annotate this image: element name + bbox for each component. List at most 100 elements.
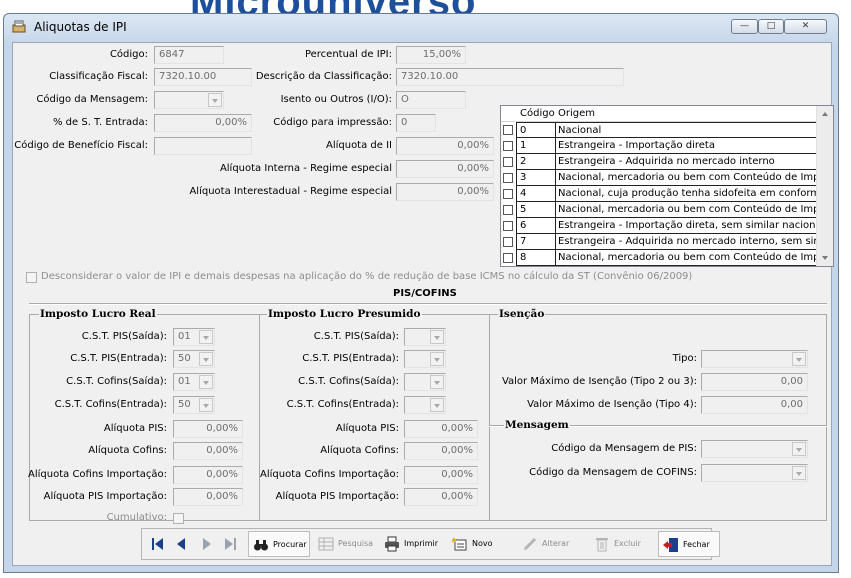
lr-aliq-pis-label: Alíquota PIS: [103, 423, 167, 434]
aliquota-interna-field[interactable]: 0,00% [396, 160, 494, 178]
origem-row[interactable]: 8 Nacional, mercadoria ou bem com Conteúd… [501, 250, 817, 266]
minimize-button[interactable]: — [731, 19, 758, 34]
st-entrada-field[interactable]: 0,00% [154, 114, 252, 132]
excluir-label: Excluir [614, 539, 641, 548]
novo-button[interactable]: Novo [448, 531, 504, 557]
classificacao-field[interactable]: 7320.10.00 [154, 68, 252, 86]
scroll-down-icon[interactable] [817, 250, 833, 266]
next-record-icon[interactable] [196, 534, 216, 554]
chevron-down-icon[interactable] [208, 93, 222, 107]
aliquota-interestadual-field[interactable]: 0,00% [396, 183, 494, 201]
lp-aliq-cofins-imp-label: Alíquota Cofins Importação: [260, 469, 399, 480]
row-checkbox[interactable] [503, 157, 513, 167]
lp-aliq-pis-imp-field[interactable]: 0,00% [404, 488, 478, 506]
origem-desc: Nacional, cuja produção tenha sidofeita … [555, 186, 817, 202]
origem-row[interactable]: 6 Estrangeira - Importação direta, sem si… [501, 218, 817, 234]
lr-aliq-cofins-imp-field[interactable]: 0,00% [173, 466, 243, 484]
close-icon: ✕ [801, 21, 810, 31]
mensagem-pis-select[interactable] [701, 440, 808, 458]
lr-cst-cofins-saida-select[interactable]: 01 [173, 373, 215, 391]
origem-desc: Nacional [555, 122, 817, 138]
grid-scrollbar[interactable] [816, 106, 833, 266]
classificacao-label: Classificação Fiscal: [49, 71, 148, 82]
grid-icon [318, 537, 334, 551]
valor-max-2ou3-field[interactable]: 0,00 [701, 373, 808, 391]
row-checkbox[interactable] [503, 125, 513, 135]
codigo-field[interactable]: 6847 [154, 46, 224, 64]
lr-aliq-pis-field[interactable]: 0,00% [173, 420, 243, 438]
last-record-icon[interactable] [220, 534, 240, 554]
lp-aliq-cofins-field[interactable]: 0,00% [404, 442, 478, 460]
chevron-down-icon[interactable] [199, 352, 213, 366]
origem-code: 1 [516, 138, 555, 154]
row-checkbox[interactable] [503, 253, 513, 263]
origem-desc: Estrangeira - Adquirida no mercado inter… [555, 154, 817, 170]
tipo-select[interactable] [701, 350, 808, 368]
origem-row[interactable]: 3 Nacional, mercadoria ou bem com Conteúd… [501, 170, 817, 186]
chevron-down-icon[interactable] [430, 352, 444, 366]
lr-cst-cofins-entrada-select[interactable]: 50 [173, 396, 215, 414]
row-checkbox[interactable] [503, 173, 513, 183]
row-checkbox[interactable] [503, 141, 513, 151]
chevron-down-icon[interactable] [430, 398, 444, 412]
lr-cst-pis-saida-select[interactable]: 01 [173, 328, 215, 346]
lp-aliq-pis-field[interactable]: 0,00% [404, 420, 478, 438]
chevron-down-icon[interactable] [792, 442, 806, 456]
minimize-icon: — [740, 21, 749, 31]
row-checkbox[interactable] [503, 221, 513, 231]
lp-cst-cofins-entrada-select[interactable] [404, 396, 446, 414]
descricao-field[interactable]: 7320.10.00 [396, 68, 624, 86]
lr-aliq-cofins-field[interactable]: 0,00% [173, 442, 243, 460]
origem-grid-header: Código Origem [501, 106, 817, 122]
origem-grid[interactable]: Código Origem 0 Nacional 1 Estrangeira - I… [500, 105, 834, 267]
imprimir-button[interactable]: Imprimir [380, 531, 442, 557]
isencao-title: Isenção [498, 307, 546, 321]
previous-record-icon[interactable] [172, 534, 192, 554]
desconsiderar-checkbox[interactable] [26, 272, 37, 283]
codigo-mensagem-select[interactable] [154, 91, 224, 109]
first-record-icon[interactable] [148, 534, 168, 554]
origem-row[interactable]: 4 Nacional, cuja produção tenha sidofeita… [501, 186, 817, 202]
row-checkbox[interactable] [503, 237, 513, 247]
chevron-down-icon[interactable] [792, 352, 806, 366]
row-checkbox[interactable] [503, 189, 513, 199]
row-checkbox[interactable] [503, 205, 513, 215]
lr-cst-pis-entrada-select[interactable]: 50 [173, 350, 215, 368]
isento-field[interactable]: O [396, 91, 466, 109]
chevron-down-icon[interactable] [430, 330, 444, 344]
fechar-label: Fechar [683, 540, 710, 549]
origem-row[interactable]: 5 Nacional, mercadoria ou bem com Conteúd… [501, 202, 817, 218]
origem-row[interactable]: 7 Estrangeira - Adquirida no mercado inte… [501, 234, 817, 250]
lp-cst-pis-saida-select[interactable] [404, 328, 446, 346]
st-entrada-label: % de S. T. Entrada: [52, 117, 148, 128]
lp-cst-pis-entrada-select[interactable] [404, 350, 446, 368]
excluir-button[interactable]: Excluir [590, 531, 652, 557]
procurar-button[interactable]: Procurar [248, 531, 310, 557]
origem-row[interactable]: 2 Estrangeira - Adquirida no mercado inte… [501, 154, 817, 170]
chevron-down-icon[interactable] [792, 466, 806, 480]
chevron-down-icon[interactable] [199, 398, 213, 412]
lp-cst-cofins-saida-select[interactable] [404, 373, 446, 391]
pesquisa-button[interactable]: Pesquisa [314, 531, 376, 557]
chevron-down-icon[interactable] [199, 375, 213, 389]
scroll-up-icon[interactable] [817, 106, 833, 122]
valor-max-4-field[interactable]: 0,00 [701, 396, 808, 414]
fechar-button[interactable]: Fechar [658, 531, 720, 557]
aliquota-ii-field[interactable]: 0,00% [396, 137, 494, 155]
beneficio-field[interactable] [154, 137, 252, 155]
maximize-button[interactable]: □ [758, 19, 784, 34]
percentual-ipi-field[interactable]: 15,00% [396, 46, 466, 64]
novo-label: Novo [472, 539, 493, 548]
close-button[interactable]: ✕ [784, 19, 827, 34]
alterar-button[interactable]: Alterar [518, 531, 580, 557]
origem-row[interactable]: 1 Estrangeira - Importação direta [501, 138, 817, 154]
codigo-impressao-field[interactable]: 0 [396, 114, 436, 132]
lr-aliq-pis-imp-field[interactable]: 0,00% [173, 488, 243, 506]
cumulativo-checkbox[interactable] [173, 513, 184, 524]
lp-aliq-cofins-imp-field[interactable]: 0,00% [404, 466, 478, 484]
chevron-down-icon[interactable] [430, 375, 444, 389]
origem-row[interactable]: 0 Nacional [501, 122, 817, 138]
mensagem-cofins-select[interactable] [701, 464, 808, 482]
isento-label: Isento ou Outros (I/O): [280, 94, 392, 105]
chevron-down-icon[interactable] [199, 330, 213, 344]
